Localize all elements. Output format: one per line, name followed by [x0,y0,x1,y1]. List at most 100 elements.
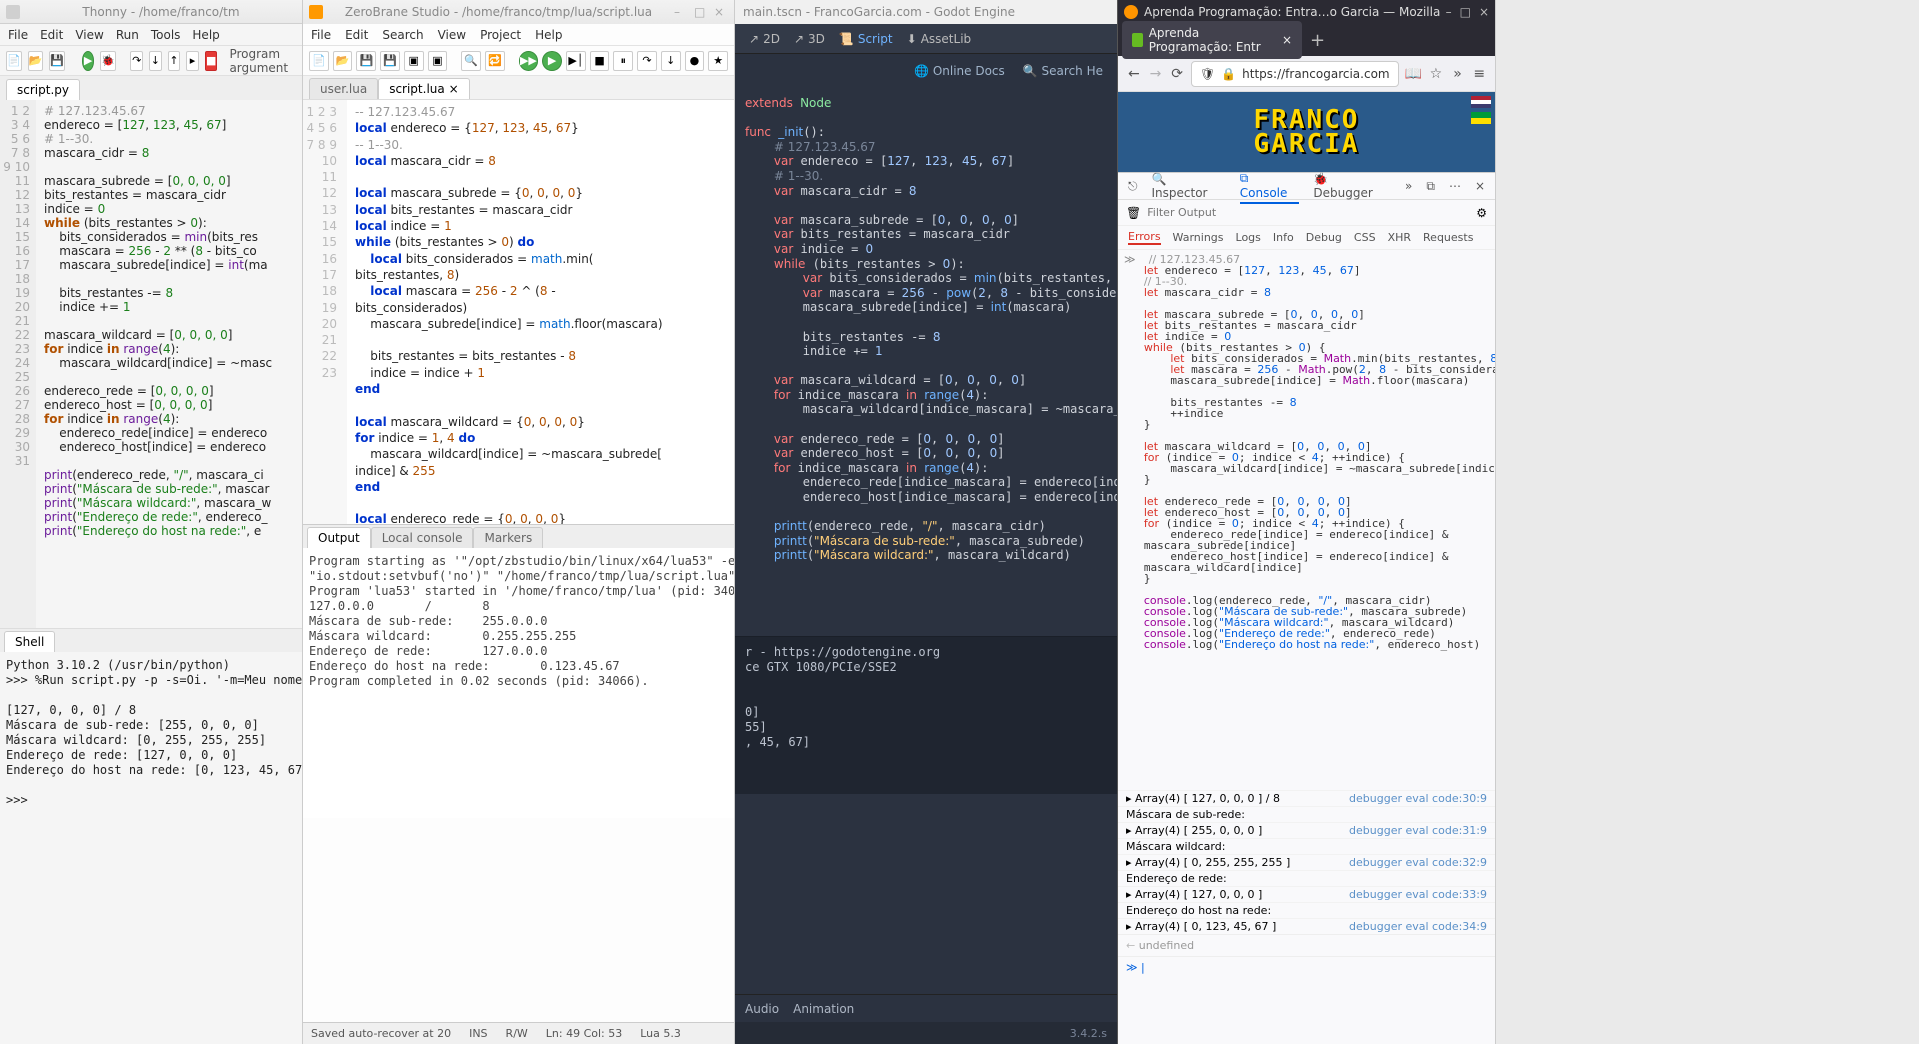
cat-warnings[interactable]: Warnings [1173,231,1224,244]
lock-icon[interactable]: 🔒 [1221,67,1236,81]
filter-input[interactable] [1147,206,1470,219]
reader-icon[interactable]: 📖 [1405,63,1422,85]
ff-maximize-icon[interactable]: □ [1460,5,1471,19]
zb-menu-file[interactable]: File [311,28,331,42]
devtools-close-icon[interactable]: × [1475,179,1485,193]
zb-new-icon[interactable]: 📄 [309,51,329,71]
console-result-row[interactable]: ▸ Array(4) [ 0, 123, 45, 67 ]debugger ev… [1118,918,1495,934]
cat-debug[interactable]: Debug [1306,231,1342,244]
resume-icon[interactable]: ▸ [186,51,199,71]
devtabs-more-icon[interactable]: » [1405,179,1412,193]
godot-code[interactable]: extends Node func _init(): # 127.123.45.… [735,88,1117,636]
zb-run-icon[interactable]: ▶▶ [519,51,539,71]
zb-stop-icon[interactable]: ■ [590,51,610,71]
devtab-inspector[interactable]: 🔍 Inspector [1152,170,1226,202]
filter-settings-icon[interactable]: ⚙ [1476,206,1487,220]
devtools-more-icon[interactable]: ⋯ [1449,179,1461,193]
zb-output[interactable]: Program starting as '"/opt/zbstudio/bin/… [303,548,734,818]
zb-stepin-icon[interactable]: ↓ [661,51,681,71]
bookmark-icon[interactable]: ☆ [1428,63,1444,85]
flag-br-icon[interactable] [1471,112,1491,124]
zb-break-icon[interactable]: ⏸ [613,51,633,71]
devtab-console[interactable]: ⧉ Console [1240,169,1300,204]
ff-console[interactable]: ≫ // 127.123.45.67 let endereco = [127, … [1118,250,1495,790]
cat-info[interactable]: Info [1273,231,1294,244]
tab-close-icon[interactable]: × [1282,33,1292,47]
thonny-shell[interactable]: Python 3.10.2 (/usr/bin/python) >>> %Run… [0,652,302,1042]
tab-script-py[interactable]: script.py [6,79,80,100]
devtools-dock-icon[interactable]: ⧉ [1426,179,1435,194]
maximize-icon[interactable]: □ [694,5,708,19]
console-result-row[interactable]: Máscara de sub-rede: [1118,806,1495,822]
zb-breakpt-icon[interactable]: ● [685,51,705,71]
zb-funcnav-icon[interactable]: ▣ [428,51,448,71]
zb-save-icon[interactable]: 💾 [356,51,376,71]
menu-tools[interactable]: Tools [151,28,181,42]
zb-menu-project[interactable]: Project [480,28,521,42]
reload-icon[interactable]: ⟳ [1169,63,1185,85]
view-3d[interactable]: ↗ 3D [794,32,825,46]
zb-menu-edit[interactable]: Edit [345,28,368,42]
zb-bookmark-icon[interactable]: ★ [708,51,728,71]
shield-icon[interactable]: 🛡 [1200,67,1215,81]
tab-close-icon[interactable]: × [449,82,459,96]
debug-icon[interactable]: 🐞 [100,51,116,71]
cat-requests[interactable]: Requests [1423,231,1473,244]
save-file-icon[interactable]: 💾 [49,51,65,71]
tab-markers[interactable]: Markers [473,527,543,548]
zb-code[interactable]: -- 127.123.45.67 local endereco = {127, … [347,100,734,524]
godot-output[interactable]: r - https://godotengine.org ce GTX 1080/… [735,636,1117,794]
console-result-row[interactable]: ▸ Array(4) [ 0, 255, 255, 255 ]debugger … [1118,854,1495,870]
bottom-animation[interactable]: Animation [793,1002,854,1016]
console-result-row[interactable]: Máscara wildcard: [1118,838,1495,854]
tab-output[interactable]: Output [307,527,371,548]
zb-menu-help[interactable]: Help [535,28,562,42]
trash-icon[interactable]: 🗑 [1126,206,1141,220]
console-prompt[interactable]: ≫ | [1118,956,1495,978]
view-assetlib[interactable]: ⬇ AssetLib [907,32,972,46]
new-file-icon[interactable]: 📄 [6,51,22,71]
menu-edit[interactable]: Edit [40,28,63,42]
zb-stepover-icon[interactable]: ↷ [637,51,657,71]
menu-view[interactable]: View [75,28,103,42]
cat-xhr[interactable]: XHR [1388,231,1411,244]
url-field[interactable]: 🛡 🔒 https://francogarcia.com [1191,61,1399,87]
console-result-row[interactable]: ▸ Array(4) [ 255, 0, 0, 0 ]debugger eval… [1118,822,1495,838]
step-over-icon[interactable]: ↷ [130,51,143,71]
devtools-pick-icon[interactable]: ⎋ [1128,179,1138,194]
zb-menu-search[interactable]: Search [382,28,423,42]
view-script[interactable]: 📜 Script [839,32,893,46]
console-result-row[interactable]: Endereço do host na rede: [1118,902,1495,918]
cat-css[interactable]: CSS [1354,231,1376,244]
menu-help[interactable]: Help [192,28,219,42]
view-2d[interactable]: ↗ 2D [749,32,780,46]
zb-replace-icon[interactable]: 🔁 [485,51,505,71]
overflow-icon[interactable]: » [1450,63,1466,85]
console-result-row[interactable]: ▸ Array(4) [ 127, 0, 0, 0 ]debugger eval… [1118,886,1495,902]
bottom-audio[interactable]: Audio [745,1002,779,1016]
devtab-debugger[interactable]: 🐞 Debugger [1313,170,1391,202]
tab-shell[interactable]: Shell [4,631,55,652]
console-result-row[interactable]: ▸ Array(4) [ 127, 0, 0, 0 ] / 8debugger … [1118,790,1495,806]
minimize-icon[interactable]: – [674,5,688,19]
zb-menu-view[interactable]: View [438,28,466,42]
step-into-icon[interactable]: ↓ [149,51,162,71]
zb-rundbg-icon[interactable]: ▶│ [566,51,586,71]
cat-errors[interactable]: Errors [1128,230,1161,245]
online-docs-link[interactable]: 🌐 Online Docs [914,64,1005,78]
zb-projdir-icon[interactable]: ▣ [404,51,424,71]
menu-run[interactable]: Run [116,28,139,42]
ff-minimize-icon[interactable]: – [1446,5,1452,19]
zb-debug-icon[interactable]: ▶ [542,51,562,71]
close-icon[interactable]: × [714,5,728,19]
search-help[interactable]: 🔍 Search He [1023,64,1103,78]
run-icon[interactable]: ▶ [82,51,95,71]
step-out-icon[interactable]: ↑ [168,51,181,71]
browser-tab[interactable]: Aprenda Programação: Entr × [1122,21,1302,59]
new-tab-button[interactable]: + [1310,30,1325,51]
back-icon[interactable]: ← [1126,63,1142,85]
menu-file[interactable]: File [8,28,28,42]
app-menu-icon[interactable]: ≡ [1471,63,1487,85]
thonny-code[interactable]: # 127.123.45.67 endereco = [127, 123, 45… [36,100,302,628]
stop-icon[interactable]: ■ [205,51,218,71]
